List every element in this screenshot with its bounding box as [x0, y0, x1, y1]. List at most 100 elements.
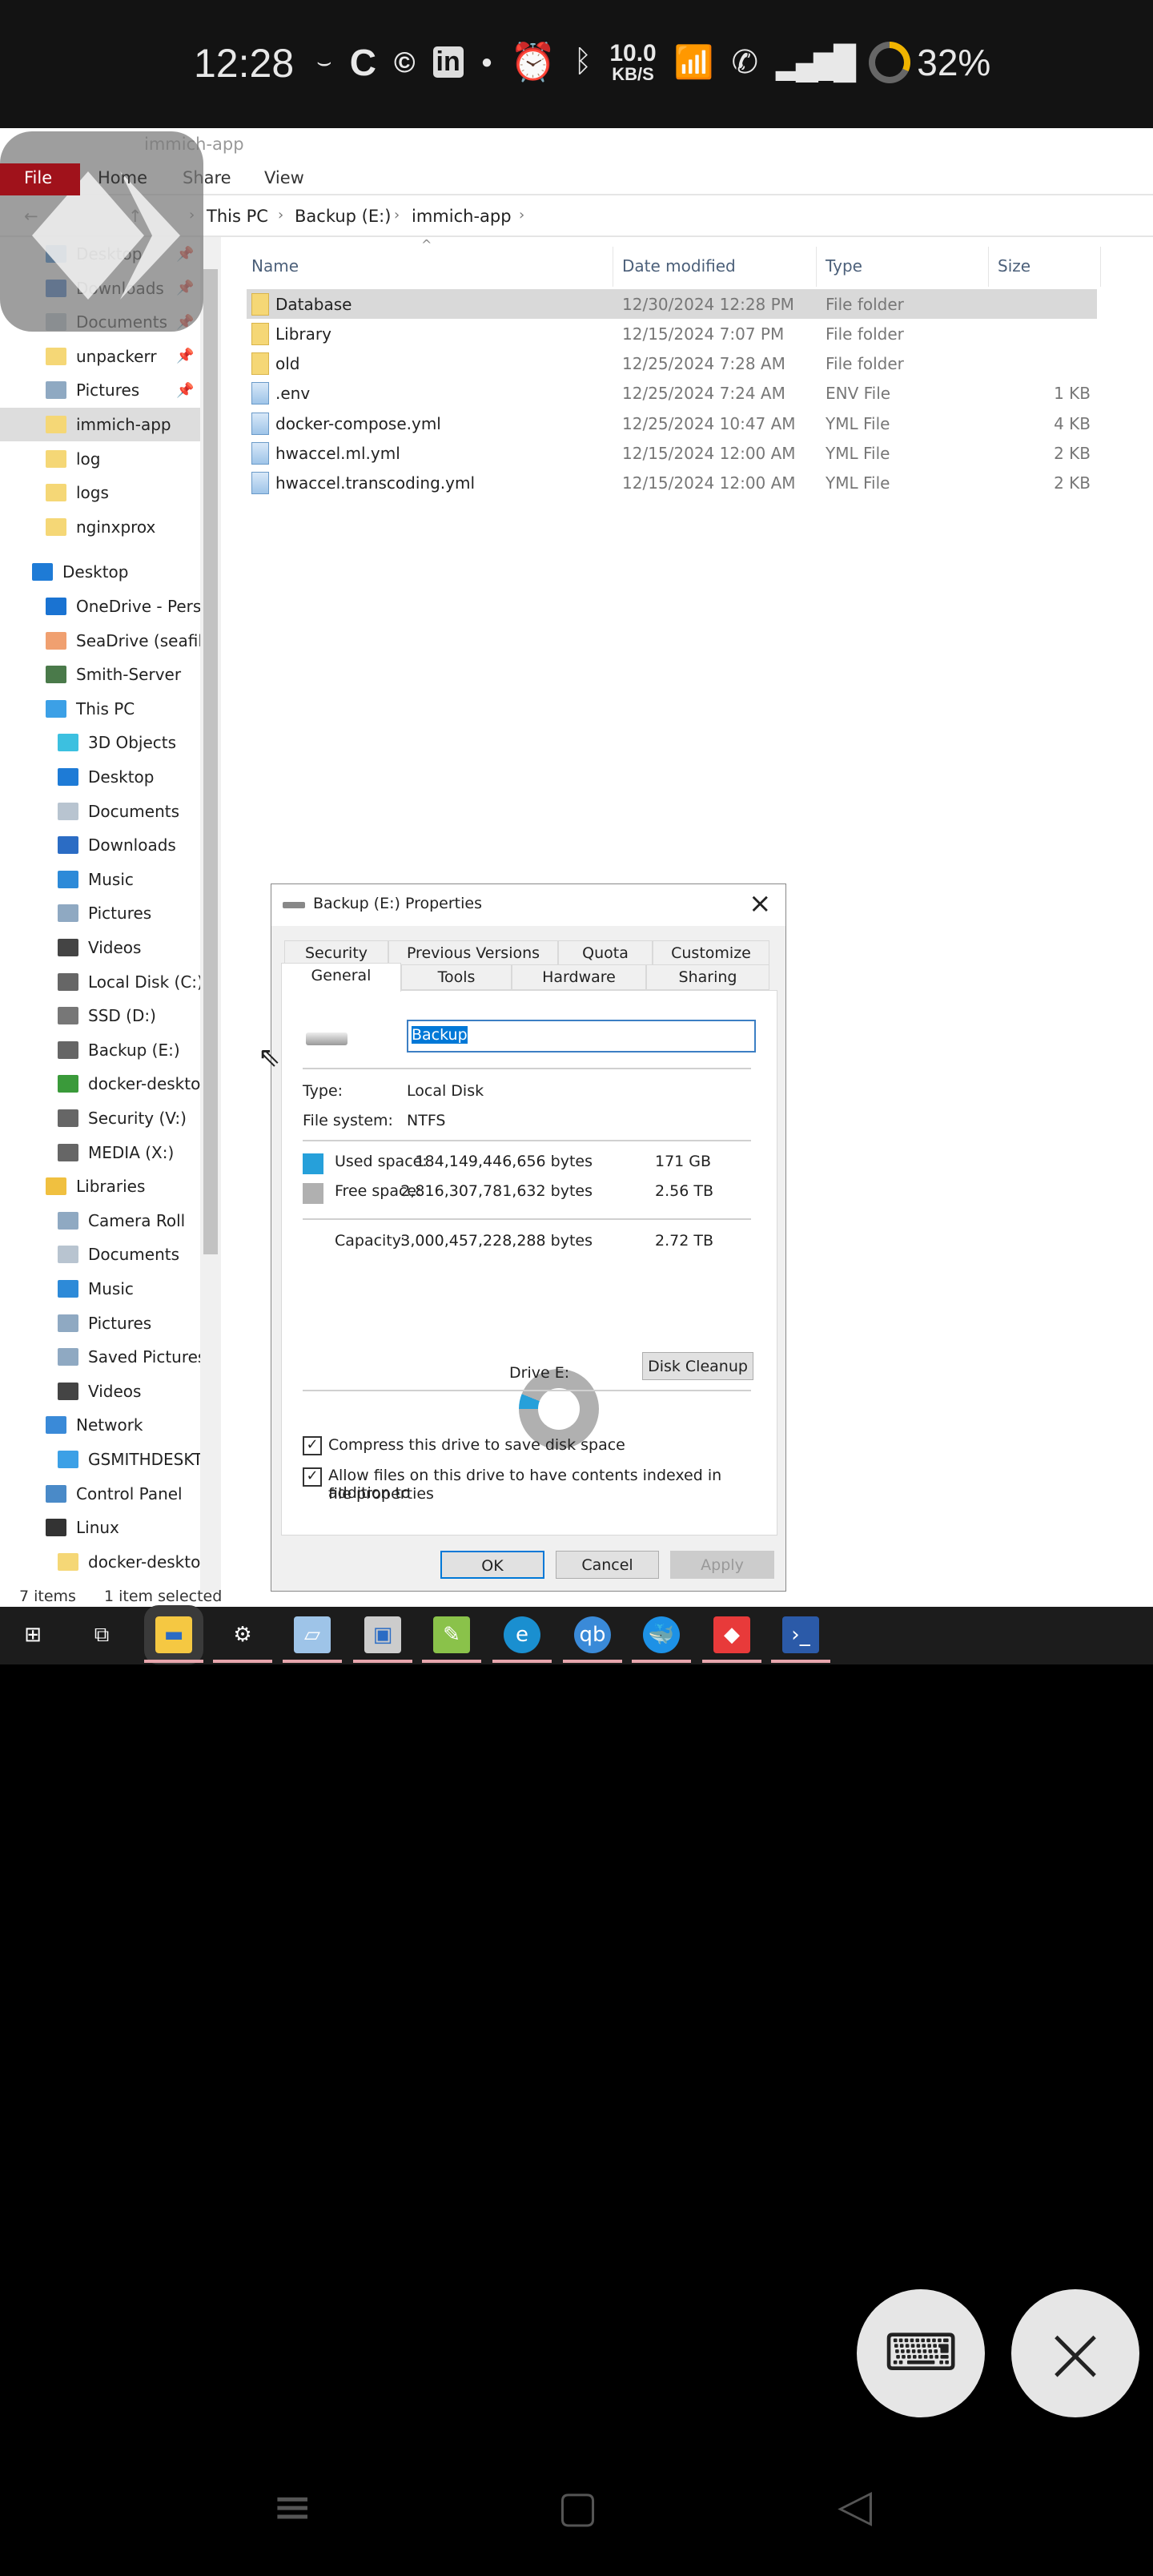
sidebar-item[interactable]: unpackerr 📌 [0, 340, 194, 373]
sidebar-item[interactable]: Network [0, 1408, 143, 1442]
column-divider[interactable] [816, 247, 817, 287]
file-row[interactable]: hwaccel.transcoding.yml 12/15/2024 12:00 … [247, 469, 1097, 498]
sidebar-scrollbar[interactable] [200, 237, 221, 1592]
compress-checkbox[interactable]: ✓ [303, 1436, 322, 1455]
sidebar-item[interactable]: Saved Pictures [0, 1340, 200, 1374]
breadcrumb-immich-app[interactable]: immich-app [412, 207, 512, 226]
notepad-icon[interactable]: ▱ [294, 1616, 331, 1653]
ribbon-tab-view[interactable]: View [264, 168, 304, 187]
photos-icon[interactable]: ▣ [364, 1616, 401, 1653]
sidebar-item[interactable]: 3D Objects [0, 726, 176, 759]
sidebar-item[interactable]: Desktop [0, 760, 154, 794]
file-row[interactable]: old 12/25/2024 7:28 AM File folder [247, 349, 1097, 379]
used-space-size: 171 GB [655, 1153, 712, 1170]
edge-icon[interactable]: e [504, 1616, 540, 1653]
sidebar-item[interactable]: SSD (D:) [0, 999, 156, 1032]
sidebar-item[interactable]: Libraries [0, 1169, 145, 1203]
drive-name-input[interactable]: Backup [407, 1020, 756, 1053]
close-icon[interactable]: × [749, 888, 772, 920]
sidebar-item[interactable]: Desktop [0, 555, 128, 589]
file-name: old [275, 354, 300, 374]
file-row[interactable]: .env 12/25/2024 7:24 AM ENV File 1 KB [247, 379, 1097, 409]
tab-customize[interactable]: Customize [653, 940, 769, 966]
column-type[interactable]: Type [826, 256, 862, 276]
sidebar-item[interactable]: SeaDrive (seafile [0, 624, 200, 658]
home-icon[interactable]: ▢ [557, 2481, 598, 2532]
powershell-icon[interactable]: ›_ [782, 1616, 819, 1653]
file-explorer-icon[interactable]: ▬ [144, 1605, 203, 1664]
sidebar-item[interactable]: This PC [0, 692, 135, 726]
scrollbar-thumb[interactable] [203, 269, 218, 1254]
capacity-bytes: 3,000,457,228,288 bytes [400, 1232, 593, 1250]
running-indicator [771, 1660, 830, 1663]
index-checkbox[interactable]: ✓ [303, 1467, 322, 1487]
sidebar-item[interactable]: log [0, 442, 101, 476]
column-size[interactable]: Size [998, 256, 1030, 276]
settings-icon[interactable]: ⚙ [224, 1616, 261, 1653]
breadcrumb-backup[interactable]: Backup (E:) [295, 207, 391, 226]
sidebar-item[interactable]: Pictures [0, 896, 151, 930]
tab-previous-versions[interactable]: Previous Versions [388, 940, 558, 966]
start-icon[interactable]: ⊞ [14, 1616, 51, 1653]
sidebar-item[interactable]: GSMITHDESKTO [0, 1443, 200, 1476]
ok-button[interactable]: OK [440, 1551, 544, 1579]
tab-sharing[interactable]: Sharing [646, 964, 769, 990]
file-row[interactable]: docker-compose.yml 12/25/2024 10:47 AM YML… [247, 409, 1097, 438]
keyboard-button[interactable]: ⌨ [857, 2289, 985, 2417]
tab-hardware[interactable]: Hardware [512, 964, 646, 990]
qbittorrent-icon[interactable]: qb [574, 1616, 611, 1653]
file-row[interactable]: Library 12/15/2024 7:07 PM File folder [247, 319, 1097, 348]
sidebar-item[interactable]: Control Panel [0, 1477, 183, 1511]
sidebar-item[interactable]: nginxprox [0, 510, 155, 544]
sidebar-item-label: Desktop [88, 767, 155, 787]
sidebar-item[interactable]: Documents [0, 795, 179, 828]
sidebar-item[interactable]: docker-desktop [0, 1067, 200, 1101]
sidebar-item[interactable]: Linux [0, 1511, 119, 1544]
sidebar-item[interactable]: Downloads [0, 828, 176, 862]
floating-remote-app-button[interactable] [0, 131, 203, 332]
notepadpp-icon[interactable]: ✎ [433, 1616, 470, 1653]
sidebar-item-label: Pictures [88, 1313, 152, 1333]
sidebar-item[interactable]: Pictures 📌 [0, 373, 194, 407]
ribbon-tab-file[interactable]: File [0, 163, 80, 195]
sidebar-item[interactable]: Videos [0, 1375, 141, 1408]
battery-percent: 32% [917, 41, 991, 83]
sidebar-item[interactable]: Videos [0, 931, 141, 964]
anydesk-icon[interactable]: ◆ [713, 1616, 750, 1653]
sidebar-item[interactable]: Camera Roll [0, 1204, 185, 1238]
tab-general[interactable]: General [281, 963, 401, 992]
sidebar-item[interactable]: Music [0, 863, 134, 896]
file-row[interactable]: hwaccel.ml.yml 12/15/2024 12:00 AM YML Fil… [247, 439, 1097, 469]
file-row[interactable]: Database 12/30/2024 12:28 PM File folder [247, 289, 1097, 319]
sidebar-item[interactable]: Pictures [0, 1306, 151, 1340]
sidebar-item[interactable]: Security (V:) [0, 1101, 187, 1135]
tab-tools[interactable]: Tools [401, 964, 512, 990]
sidebar-item[interactable]: logs [0, 476, 109, 509]
sidebar-item[interactable]: Smith-Server [0, 658, 181, 691]
ribbon-tab-home[interactable]: Home [98, 168, 147, 187]
back-icon[interactable]: ◁ [838, 2480, 872, 2532]
sidebar-item[interactable]: Backup (E:) [0, 1033, 180, 1067]
close-session-button[interactable]: × [1011, 2289, 1139, 2417]
column-divider[interactable] [988, 247, 989, 287]
recent-apps-icon[interactable]: ≡ [272, 2479, 312, 2535]
column-name[interactable]: Name [251, 256, 299, 276]
sidebar-item[interactable]: docker-desktop [0, 1545, 200, 1579]
apply-button[interactable]: Apply [670, 1551, 774, 1579]
breadcrumb-this-pc[interactable]: This PC [207, 207, 268, 226]
sidebar-item[interactable]: immich-app [0, 408, 200, 441]
column-divider[interactable] [1100, 247, 1101, 287]
sidebar-item[interactable]: Music [0, 1272, 134, 1306]
column-date-modified[interactable]: Date modified [622, 256, 736, 276]
sidebar-item[interactable]: Documents [0, 1238, 179, 1271]
sidebar-item-icon [58, 1451, 78, 1468]
sidebar-item-icon [58, 1211, 78, 1230]
cancel-button[interactable]: Cancel [556, 1551, 659, 1579]
sidebar-item[interactable]: MEDIA (X:) [0, 1136, 174, 1169]
sidebar-item[interactable]: OneDrive - Perso [0, 590, 200, 623]
task-view-icon[interactable]: ⧉ [83, 1616, 120, 1653]
disk-cleanup-button[interactable]: Disk Cleanup [642, 1352, 753, 1380]
docker-icon[interactable]: 🐳 [643, 1616, 680, 1653]
tab-quota[interactable]: Quota [558, 940, 653, 966]
sidebar-item[interactable]: Local Disk (C:) [0, 965, 200, 999]
